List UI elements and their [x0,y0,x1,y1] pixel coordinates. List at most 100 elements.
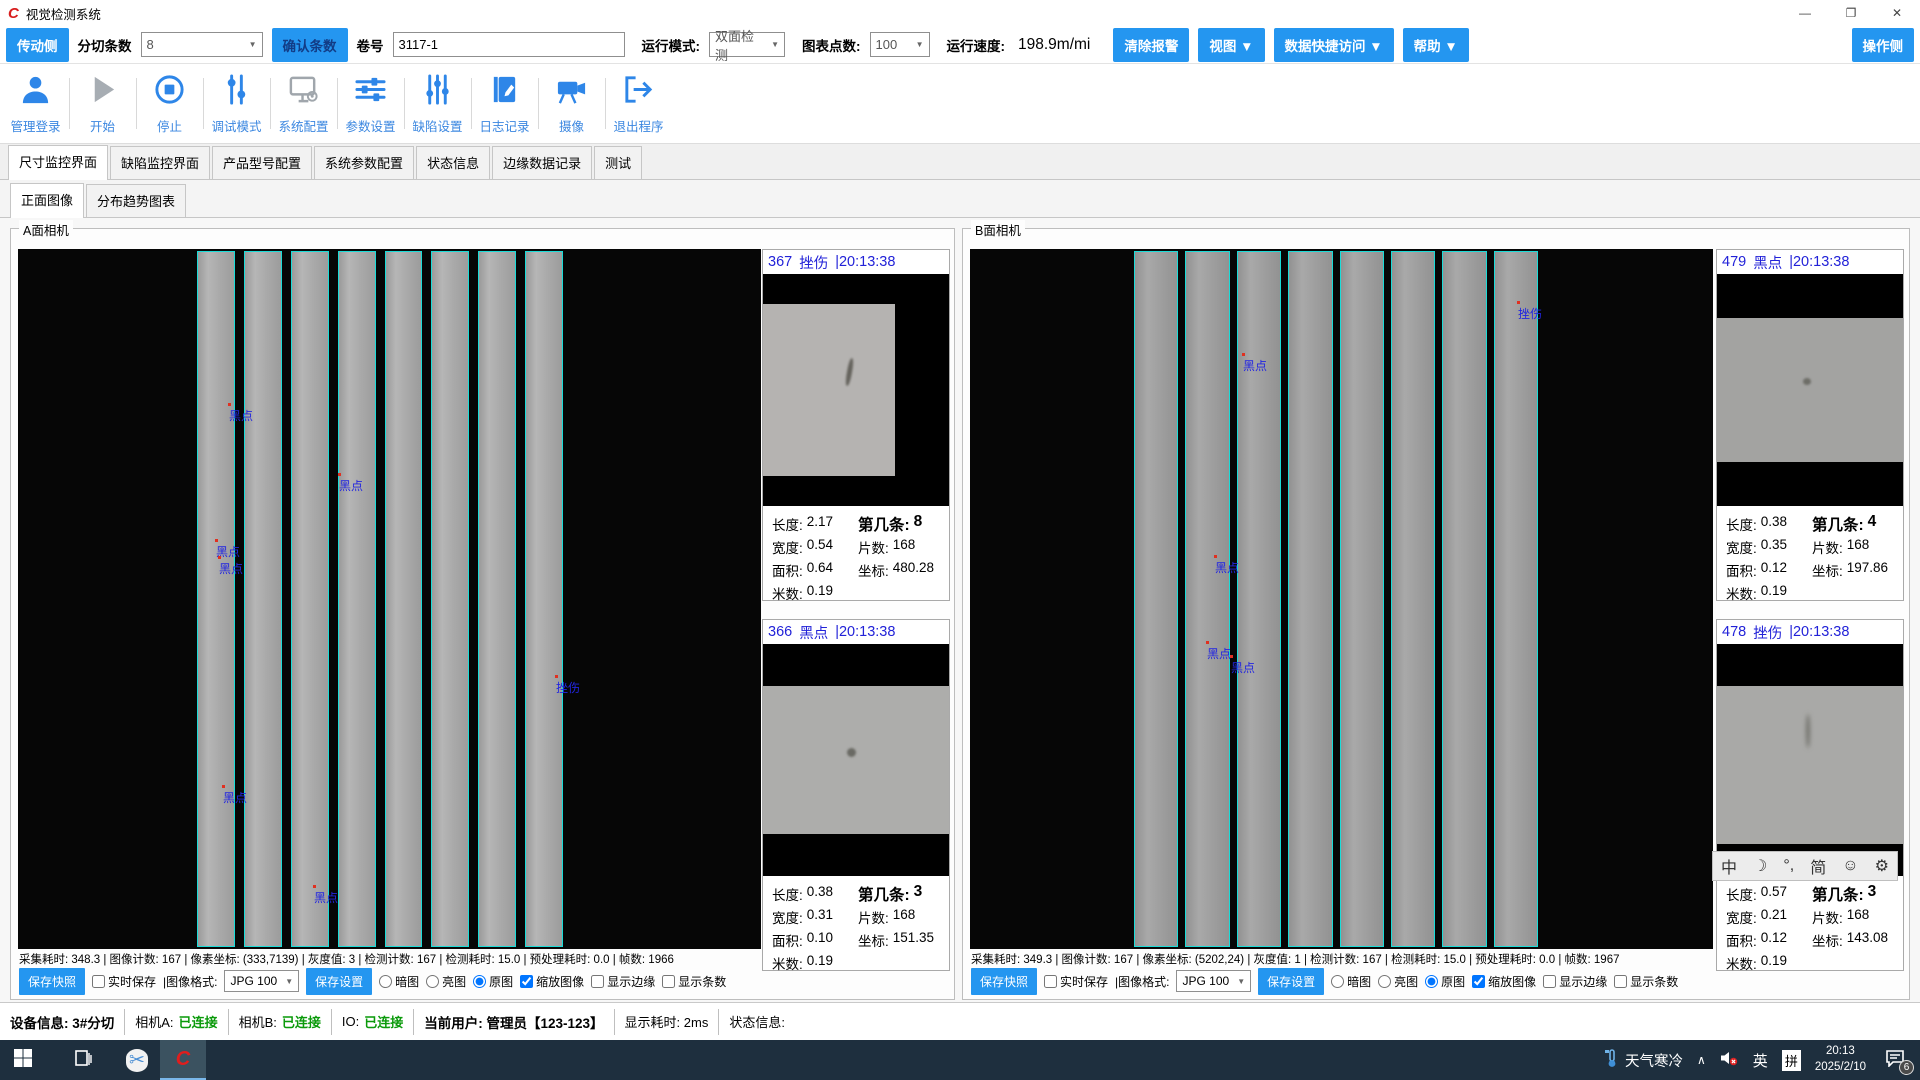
camera-a-image[interactable]: 黑点 黑点 黑点 黑点 挫伤 黑点 黑点 [18,249,761,949]
simplified-mode[interactable]: 简 [1810,854,1826,878]
defect-card[interactable]: 367 挫伤 |20:13:38 长度:2.17第几条:8 宽度:0.54片数:… [762,249,950,601]
show-edges-label: 显示边缘 [1559,973,1607,990]
dark-image-radio[interactable] [379,975,392,988]
realtime-save-checkbox[interactable] [1044,975,1057,988]
zoom-image-checkbox[interactable] [520,975,533,988]
gear-icon[interactable]: ⚙ [1875,856,1889,876]
defect-annotation: 黑点 [219,560,243,577]
camera-b-image[interactable]: 挫伤 黑点 黑点 黑点 黑点 [970,249,1713,949]
date: 2025/2/10 [1815,1060,1866,1076]
task-view-button[interactable] [60,1040,106,1080]
minimize-button[interactable]: — [1782,0,1828,26]
defect-card[interactable]: 478 挫伤 |20:13:38 长度:0.57第几条:3 宽度:0.21片数:… [1716,619,1904,971]
language-indicator[interactable]: 英 [1753,1050,1768,1071]
defect-card[interactable]: 366 黑点 |20:13:38 长度:0.38第几条:3 宽度:0.31片数:… [762,619,950,971]
bright-image-label: 亮图 [442,973,466,990]
chevron-down-icon: ▼ [910,40,924,49]
save-snapshot-button[interactable]: 保存快照 [971,968,1037,995]
snipping-tool-button[interactable]: ✂ [114,1040,160,1080]
camera-a-status-line: 采集耗时: 348.3 | 图像计数: 167 | 像素坐标: (333,713… [19,951,674,967]
log-record-button[interactable]: 日志记录 [471,64,538,143]
show-edges-checkbox[interactable] [591,975,604,988]
length-label: 长度: [772,514,803,534]
start-button[interactable]: 开始 [69,64,136,143]
weather-widget[interactable]: 天气寒冷 [1604,1048,1683,1072]
clock[interactable]: 20:13 2025/2/10 [1815,1044,1866,1075]
coord-label: 坐标: [1812,930,1843,950]
strip-value: 3 [1868,883,1877,905]
defect-annotation: 挫伤 [1518,305,1542,322]
param-settings-button[interactable]: 参数设置 [337,64,404,143]
zoom-image-checkbox[interactable] [1472,975,1485,988]
original-image-radio[interactable] [1425,975,1438,988]
tab-size-monitor[interactable]: 尺寸监控界面 [8,145,108,180]
slit-count-select[interactable]: 8 ▼ [141,32,263,57]
show-strips-checkbox[interactable] [1614,975,1627,988]
run-mode-select[interactable]: 双面检测 ▼ [709,32,785,57]
operator-side-button[interactable]: 操作侧 [1852,28,1915,62]
dark-image-radio[interactable] [1331,975,1344,988]
drive-side-button[interactable]: 传动侧 [6,28,69,62]
save-snapshot-button[interactable]: 保存快照 [19,968,85,995]
bright-image-radio[interactable] [1378,975,1391,988]
ime-chinese-mode[interactable]: 中 [1721,854,1737,878]
help-menu-button[interactable]: 帮助 ▼ [1403,28,1469,62]
app-logo-icon: C [176,1048,190,1071]
vision-app-taskbar-button[interactable]: C [160,1040,206,1080]
clear-alarm-button[interactable]: 清除报警 [1113,28,1189,62]
notification-center-button[interactable]: 6 [1880,1045,1910,1075]
close-button[interactable]: ✕ [1874,0,1920,26]
tab-system-param-config[interactable]: 系统参数配置 [314,146,414,179]
strip [431,251,469,947]
pieces-value: 168 [893,537,916,557]
emoji-icon[interactable]: ☺ [1842,857,1858,875]
debug-mode-button[interactable]: 调试模式 [203,64,270,143]
tab-status-info[interactable]: 状态信息 [416,146,490,179]
tab-defect-monitor[interactable]: 缺陷监控界面 [110,146,210,179]
taskbar-tray: 天气寒冷 ∧ 英 拼 20:13 2025/2/10 6 [1604,1044,1920,1075]
video-camera-icon [555,73,588,111]
tab-test[interactable]: 测试 [594,146,642,179]
image-format-select[interactable]: JPG 100▼ [224,970,299,992]
show-edges-label: 显示边缘 [607,973,655,990]
roll-number-input[interactable] [393,32,625,57]
show-edges-checkbox[interactable] [1543,975,1556,988]
defect-annotation: 黑点 [229,407,253,424]
notification-badge: 6 [1899,1060,1914,1075]
coord-value: 143.08 [1847,930,1888,950]
defect-settings-button[interactable]: 缺陷设置 [404,64,471,143]
hidden-icons-chevron[interactable]: ∧ [1697,1053,1706,1067]
punctuation-mode-icon[interactable]: °, [1783,857,1794,875]
capture-button[interactable]: 摄像 [538,64,605,143]
volume-muted-icon[interactable] [1720,1050,1739,1071]
exit-program-button[interactable]: 退出程序 [605,64,672,143]
ime-indicator[interactable]: 拼 [1782,1050,1801,1071]
image-format-label: |图像格式: [163,973,217,990]
strip [525,251,563,947]
defect-time: |20:13:38 [835,624,895,640]
original-image-radio[interactable] [473,975,486,988]
save-settings-button[interactable]: 保存设置 [1258,968,1324,995]
save-settings-button[interactable]: 保存设置 [306,968,372,995]
realtime-save-label: 实时保存 [108,973,156,990]
defect-thumbnail [763,274,949,506]
bright-image-radio[interactable] [426,975,439,988]
restore-button[interactable]: ❐ [1828,0,1874,26]
quick-access-menu-button[interactable]: 数据快捷访问 ▼ [1274,28,1394,62]
chart-points-select[interactable]: 100 ▼ [870,32,930,57]
view-menu-button[interactable]: 视图 ▼ [1198,28,1264,62]
show-strips-checkbox[interactable] [662,975,675,988]
tab-distribution-trend-chart[interactable]: 分布趋势图表 [86,184,186,217]
tab-front-image[interactable]: 正面图像 [10,183,84,218]
system-config-button[interactable]: 系统配置 [270,64,337,143]
tab-edge-data-record[interactable]: 边缘数据记录 [492,146,592,179]
start-button[interactable] [0,1040,46,1080]
stop-button[interactable]: 停止 [136,64,203,143]
defect-card[interactable]: 479 黑点 |20:13:38 长度:0.38第几条:4 宽度:0.35片数:… [1716,249,1904,601]
admin-login-button[interactable]: 管理登录 [2,64,69,143]
tab-product-model-config[interactable]: 产品型号配置 [212,146,312,179]
moon-icon[interactable]: ☽ [1753,856,1767,876]
realtime-save-checkbox[interactable] [92,975,105,988]
image-format-select[interactable]: JPG 100▼ [1176,970,1251,992]
confirm-count-button[interactable]: 确认条数 [272,28,348,62]
